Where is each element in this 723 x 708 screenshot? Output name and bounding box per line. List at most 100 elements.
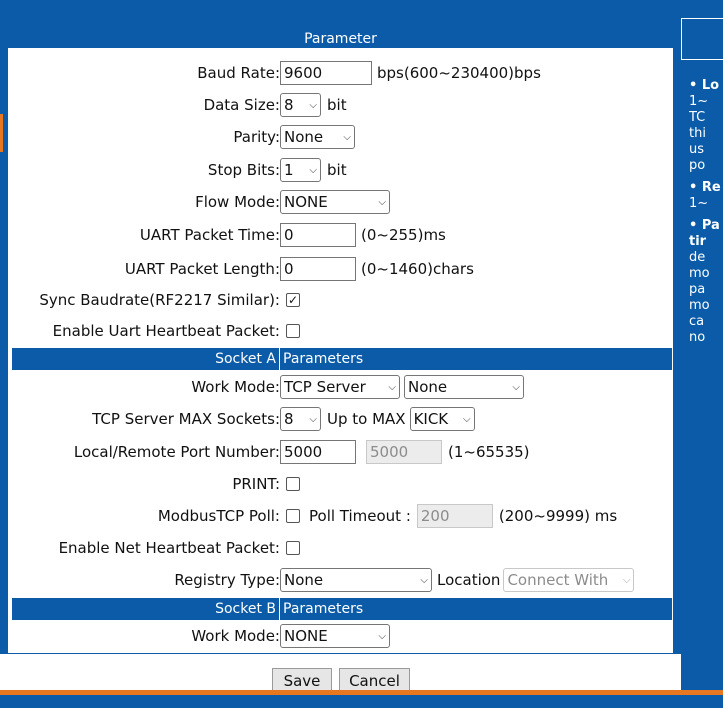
registry-type-select[interactable]: None ⌵	[280, 568, 432, 592]
packet-length-range: (0~1460)chars	[361, 260, 474, 278]
checkmark-icon: ✓	[287, 293, 299, 307]
uart-heartbeat-row: Enable Uart Heartbeat Packet:	[8, 317, 673, 345]
chevron-down-icon: ⌵	[462, 413, 471, 425]
remote-port-input[interactable]: 5000	[366, 440, 442, 464]
help-content: • Lo 1~ TC thi us po • Re 1~ • Pa tir de…	[689, 78, 723, 352]
help-bullet: •	[689, 218, 702, 233]
socket-b-title: Socket B	[215, 601, 276, 617]
chevron-down-icon: ⌵	[512, 381, 520, 393]
packet-time-label: UART Packet Time:	[139, 226, 280, 244]
packet-length-label: UART Packet Length:	[124, 260, 280, 278]
flow-mode-value: NONE	[284, 193, 328, 211]
stop-bits-label: Stop Bits:	[207, 161, 280, 179]
max-sockets-select[interactable]: 8 ⌵	[280, 407, 321, 431]
modbus-checkbox[interactable]	[286, 509, 300, 523]
stop-bits-value: 1	[284, 161, 294, 179]
socket-b-work-mode-row: Work Mode: NONE ⌵	[8, 622, 673, 650]
packet-length-input[interactable]: 0	[280, 257, 356, 281]
socket-a-header: Socket A Parameters	[12, 348, 672, 370]
print-label: PRINT:	[232, 475, 280, 493]
stop-bits-row: Stop Bits: 1 ⌵ bit	[8, 156, 673, 184]
location-label: Location	[437, 571, 501, 589]
help-line: thi	[689, 126, 706, 141]
baud-rate-range: bps(600~230400)bps	[377, 64, 541, 82]
help-line: us	[689, 142, 705, 157]
chevron-down-icon: ⌵	[388, 381, 396, 393]
panel-title: Parameter	[8, 19, 673, 51]
max-sockets-value: 8	[284, 410, 294, 428]
socket-b-work-mode-select[interactable]: NONE ⌵	[280, 624, 390, 648]
registry-type-value: None	[284, 571, 324, 589]
help-line: de	[689, 250, 706, 265]
socket-b-work-mode-label: Work Mode:	[191, 627, 280, 645]
header-divider	[279, 348, 280, 370]
help-line: mo	[689, 298, 710, 313]
left-nav-strip	[0, 18, 3, 690]
parity-row: Parity: None ⌵	[8, 123, 673, 151]
help-panel: • Lo 1~ TC thi us po • Re 1~ • Pa tir de…	[681, 18, 723, 690]
socket-a-work-mode-row: Work Mode: TCP Server ⌵ None ⌵	[8, 373, 673, 401]
max-sockets-row: TCP Server MAX Sockets: 8 ⌵ Up to MAX KI…	[8, 405, 673, 433]
chevron-down-icon: ⌵	[378, 630, 386, 642]
footer-accent-bar	[0, 690, 723, 695]
local-port-input[interactable]: 5000	[280, 440, 356, 464]
packet-time-input[interactable]: 0	[280, 223, 356, 247]
help-line: 1~	[689, 196, 709, 211]
packet-time-range: (0~255)ms	[361, 226, 446, 244]
data-size-select[interactable]: 8 ⌵	[280, 93, 321, 117]
socket-a-protocol-select[interactable]: None ⌵	[404, 375, 524, 399]
help-line: pa	[689, 282, 706, 297]
socket-b-header: Socket B Parameters	[12, 598, 672, 620]
chevron-down-icon: ⌵	[309, 413, 317, 425]
location-select[interactable]: Connect With ⌵	[503, 568, 635, 592]
flow-mode-label: Flow Mode:	[195, 193, 280, 211]
max-sockets-label: TCP Server MAX Sockets:	[92, 410, 280, 428]
max-sockets-overflow-value: KICK	[413, 410, 449, 428]
socket-a-work-mode-value: TCP Server	[284, 378, 366, 396]
stop-bits-select[interactable]: 1 ⌵	[280, 158, 321, 182]
help-line: po	[689, 158, 706, 173]
data-size-value: 8	[284, 96, 294, 114]
max-sockets-overflow-select[interactable]: KICK ⌵	[409, 407, 475, 431]
poll-timeout-label: Poll Timeout :	[309, 507, 411, 525]
data-size-row: Data Size: 8 ⌵ bit	[8, 91, 673, 119]
parity-select[interactable]: None ⌵	[280, 125, 355, 149]
port-label: Local/Remote Port Number:	[73, 443, 280, 461]
print-row: PRINT:	[8, 470, 673, 498]
help-bullet: •	[689, 78, 702, 93]
socket-a-work-mode-select[interactable]: TCP Server ⌵	[280, 375, 400, 399]
packet-time-row: UART Packet Time: 0 (0~255)ms	[8, 221, 673, 249]
sync-baudrate-checkbox[interactable]: ✓	[286, 293, 300, 307]
chevron-down-icon: ⌵	[622, 574, 631, 586]
data-size-label: Data Size:	[203, 96, 280, 114]
net-heartbeat-checkbox[interactable]	[286, 541, 300, 555]
flow-mode-select[interactable]: NONE ⌵	[280, 190, 390, 214]
baud-rate-row: Baud Rate: 9600 bps(600~230400)bps	[8, 59, 673, 87]
packet-length-row: UART Packet Length: 0 (0~1460)chars	[8, 255, 673, 283]
baud-rate-input[interactable]: 9600	[280, 61, 372, 85]
print-checkbox[interactable]	[286, 477, 300, 491]
net-heartbeat-row: Enable Net Heartbeat Packet:	[8, 534, 673, 562]
help-item-title: Re	[701, 180, 721, 195]
socket-a-work-mode-label: Work Mode:	[191, 378, 280, 396]
parity-label: Parity:	[233, 128, 280, 146]
socket-b-work-mode-value: NONE	[284, 627, 328, 645]
max-sockets-up-to-label: Up to MAX	[327, 410, 406, 428]
baud-rate-label: Baud Rate:	[197, 64, 280, 82]
uart-heartbeat-checkbox[interactable]	[286, 324, 300, 338]
chevron-down-icon: ⌵	[309, 99, 317, 111]
help-bullet: •	[689, 180, 702, 195]
socket-a-params-title: Parameters	[283, 351, 364, 367]
header-divider	[279, 598, 280, 620]
parameter-panel: Parameter Baud Rate: 9600 bps(600~230400…	[7, 18, 674, 654]
net-heartbeat-label: Enable Net Heartbeat Packet:	[58, 539, 280, 557]
uart-heartbeat-label: Enable Uart Heartbeat Packet:	[52, 322, 280, 340]
help-panel-header	[681, 18, 723, 60]
port-range: (1~65535)	[448, 443, 530, 461]
modbus-row: ModbusTCP Poll: Poll Timeout : 200 (200~…	[8, 502, 673, 530]
help-line: tir	[689, 234, 707, 249]
help-item-title: Lo	[701, 78, 720, 93]
poll-timeout-input[interactable]: 200	[416, 504, 493, 528]
chevron-down-icon: ⌵	[420, 574, 428, 586]
help-line: TC	[689, 110, 706, 125]
